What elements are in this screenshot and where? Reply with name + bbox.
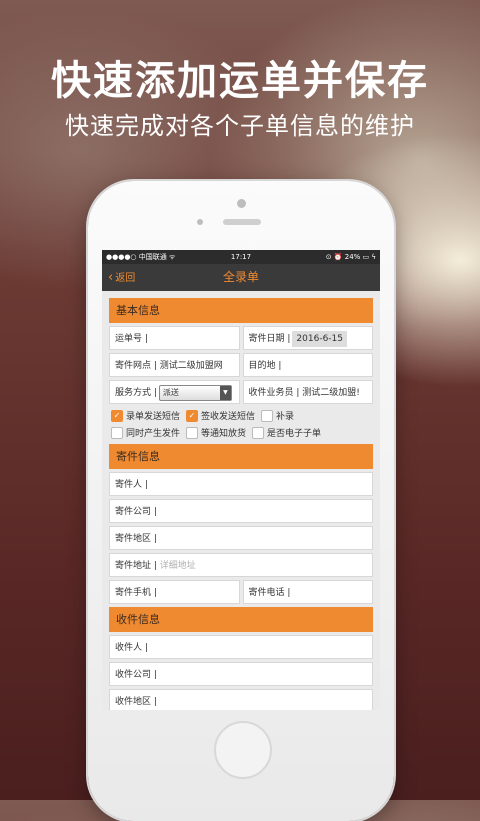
sender-region-field[interactable]: 寄件地区 |: [109, 526, 373, 550]
hero-title: 快速添加运单并保存: [51, 58, 429, 104]
dropdown-arrow-icon: ▼: [219, 385, 231, 400]
checkbox-row-2: 同时产生发件 等通知放货 是否电子子单: [109, 424, 373, 441]
status-bar: ●●●●○ 中国联通 ᯤ 17:17 ⊙ ⏰ 24% ▭ ϟ: [102, 250, 380, 264]
checkbox-empty-icon: [261, 409, 274, 422]
checkbox-checked-icon: ✓: [186, 409, 199, 422]
section-basic-info: 基本信息: [109, 298, 373, 323]
checkbox-electronic-sub[interactable]: 是否电子子单: [252, 426, 321, 439]
hero-subtitle: 快速完成对各个子单信息的维护: [65, 112, 415, 140]
checkbox-checked-icon: ✓: [111, 409, 123, 422]
sender-company-field[interactable]: 寄件公司 |: [109, 499, 373, 523]
phone-frame: ●●●●○ 中国联通 ᯤ 17:17 ⊙ ⏰ 24% ▭ ϟ ‹ 返回 全录单 基…: [88, 181, 394, 821]
courier-field[interactable]: 收件业务员 | 测试二级加盟!: [242, 380, 373, 404]
checkbox-sms-on-sign[interactable]: ✓ 签收发送短信: [186, 409, 255, 422]
waybill-field[interactable]: 运单号 |: [109, 326, 240, 350]
home-button[interactable]: [214, 721, 272, 779]
receiver-region-field[interactable]: 收件地区 |: [109, 689, 373, 710]
destination-field[interactable]: 目的地 |: [242, 353, 373, 377]
camera-dot: [237, 199, 246, 208]
address-placeholder: 详细地址: [159, 561, 196, 571]
service-mode-field: 服务方式 | 派送 ▼: [109, 380, 240, 404]
checkbox-create-dispatch[interactable]: 同时产生发件: [111, 426, 180, 439]
battery-indicator: ⊙ ⏰ 24% ▭ ϟ: [325, 253, 376, 261]
section-sender-info: 寄件信息: [109, 444, 373, 469]
nav-bar: ‹ 返回 全录单: [102, 264, 380, 291]
sender-mobile-field[interactable]: 寄件手机 |: [109, 580, 240, 604]
ship-outlet-value: 测试二级加盟网: [159, 361, 223, 371]
section-receiver-info: 收件信息: [109, 607, 373, 632]
checkbox-empty-icon: [252, 426, 265, 439]
ship-outlet-field[interactable]: 寄件网点 | 测试二级加盟网: [109, 353, 240, 377]
sender-address-field[interactable]: 寄件地址 | 详细地址: [109, 553, 373, 577]
ship-date-field[interactable]: 寄件日期 | 2016-6-15: [242, 326, 373, 350]
checkbox-sms-on-entry[interactable]: ✓ 录单发送短信: [111, 409, 180, 422]
checkbox-row-1: ✓ 录单发送短信 ✓ 签收发送短信 补录: [109, 407, 373, 424]
front-camera: [197, 219, 203, 225]
checkbox-hold-for-notice[interactable]: 等通知放货: [186, 426, 246, 439]
sender-name-field[interactable]: 寄件人 |: [109, 472, 373, 496]
checkbox-supplement[interactable]: 补录: [261, 409, 294, 422]
page-title: 全录单: [222, 270, 259, 284]
ship-date-value: 2016-6-15: [292, 331, 347, 347]
receiver-name-field[interactable]: 收件人 |: [109, 635, 373, 659]
sender-phone-field[interactable]: 寄件电话 |: [242, 580, 373, 604]
checkbox-empty-icon: [186, 426, 199, 439]
speaker-grille: [223, 219, 261, 225]
form-content: 基本信息 运单号 | 寄件日期 | 2016-6-15 寄件网点 | 测试二级加盟…: [102, 291, 380, 710]
receiver-company-field[interactable]: 收件公司 |: [109, 662, 373, 686]
app-screen: ●●●●○ 中国联通 ᯤ 17:17 ⊙ ⏰ 24% ▭ ϟ ‹ 返回 全录单 基…: [102, 250, 380, 710]
courier-value: 测试二级加盟!: [302, 388, 360, 398]
checkbox-empty-icon: [111, 426, 123, 439]
service-mode-select[interactable]: 派送 ▼: [158, 384, 232, 401]
